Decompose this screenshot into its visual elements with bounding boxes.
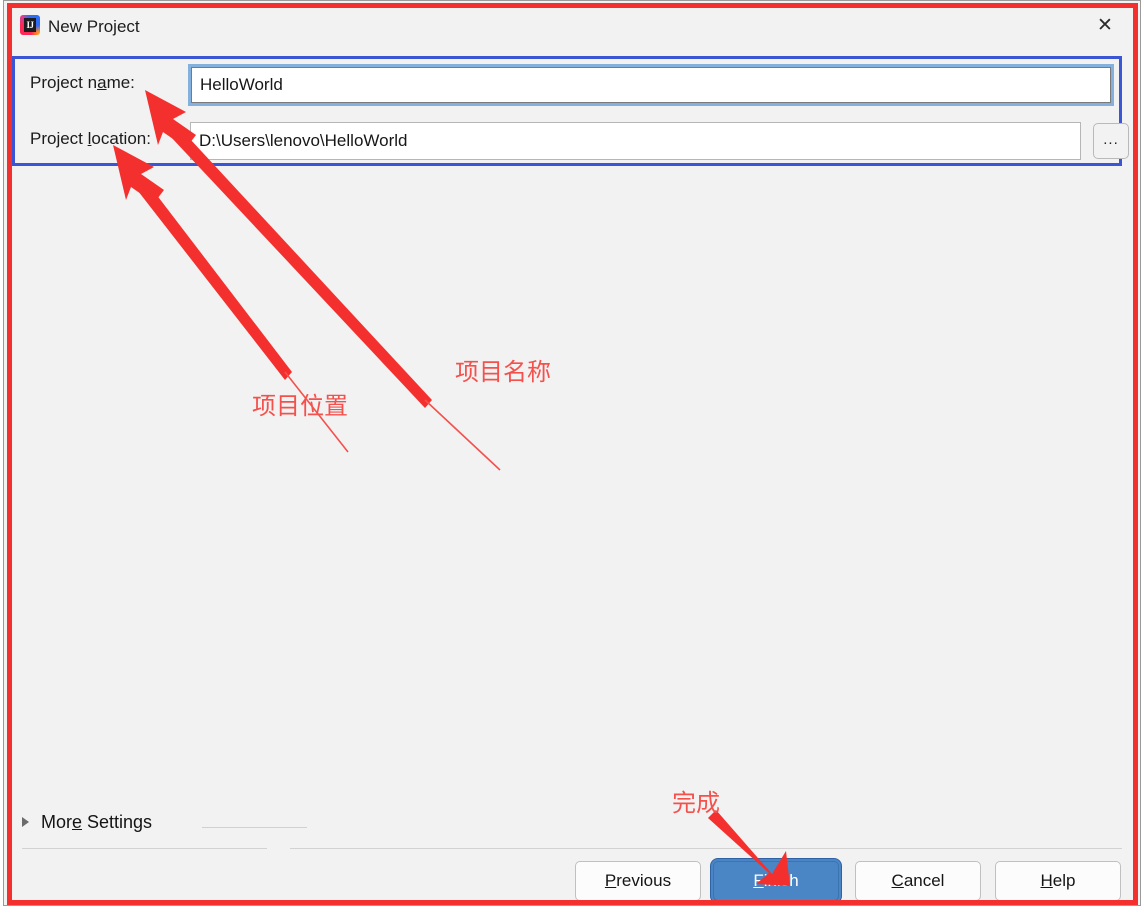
new-project-dialog: IJ New Project ✕ Project name: HelloWorl… [12, 8, 1133, 901]
project-location-input[interactable]: D:\Users\lenovo\HelloWorld [190, 122, 1081, 160]
browse-folder-button[interactable]: ... [1093, 123, 1129, 159]
finish-button-after: inish [763, 871, 799, 890]
project-name-input-focus-ring: HelloWorld [188, 64, 1114, 106]
project-name-label: Project name: [30, 73, 135, 93]
footer-separator-right [290, 848, 1122, 849]
cancel-button-mnemonic: C [891, 871, 904, 890]
project-location-row: Project location: D:\Users\lenovo\HelloW… [12, 120, 1129, 166]
screenshot-root: IJ New Project ✕ Project name: HelloWorl… [0, 0, 1144, 909]
more-settings-label-mnemonic: e [72, 811, 83, 832]
more-settings-separator [202, 827, 307, 828]
project-name-label-text-before: Project n [30, 73, 98, 92]
finish-button[interactable]: Finish [713, 861, 839, 901]
more-settings-toggle[interactable]: More Settings [22, 806, 152, 838]
more-settings-label-before: Mor [41, 811, 72, 832]
previous-button[interactable]: Previous [575, 861, 701, 901]
more-settings-label-after: Settings [82, 811, 153, 832]
previous-button-after: revious [616, 871, 672, 890]
dialog-titlebar: IJ New Project ✕ [12, 8, 1133, 46]
project-location-label-text-before: Project [30, 129, 88, 148]
project-location-label-text-after: ocation: [91, 129, 151, 148]
more-settings-label: More Settings [41, 812, 152, 833]
project-name-row: Project name: HelloWorld [12, 64, 1122, 110]
cancel-button-after: ancel [903, 871, 945, 890]
finish-button-mnemonic: F [753, 871, 764, 890]
help-button[interactable]: Help [995, 861, 1121, 901]
project-name-label-mnemonic: a [97, 73, 107, 92]
project-location-label: Project location: [30, 129, 151, 149]
footer-separator-left [22, 848, 267, 849]
project-name-input[interactable]: HelloWorld [191, 67, 1111, 103]
help-button-after: elp [1052, 871, 1076, 890]
cancel-button[interactable]: Cancel [855, 861, 981, 901]
intellij-idea-icon: IJ [20, 15, 40, 35]
close-icon[interactable]: ✕ [1092, 14, 1118, 38]
help-button-mnemonic: H [1040, 871, 1053, 890]
triangle-right-icon [22, 817, 29, 827]
project-name-label-text-after: me: [106, 73, 135, 92]
app-icon-glyph: IJ [24, 18, 36, 32]
dialog-title: New Project [48, 17, 140, 36]
previous-button-mnemonic: P [604, 871, 617, 890]
